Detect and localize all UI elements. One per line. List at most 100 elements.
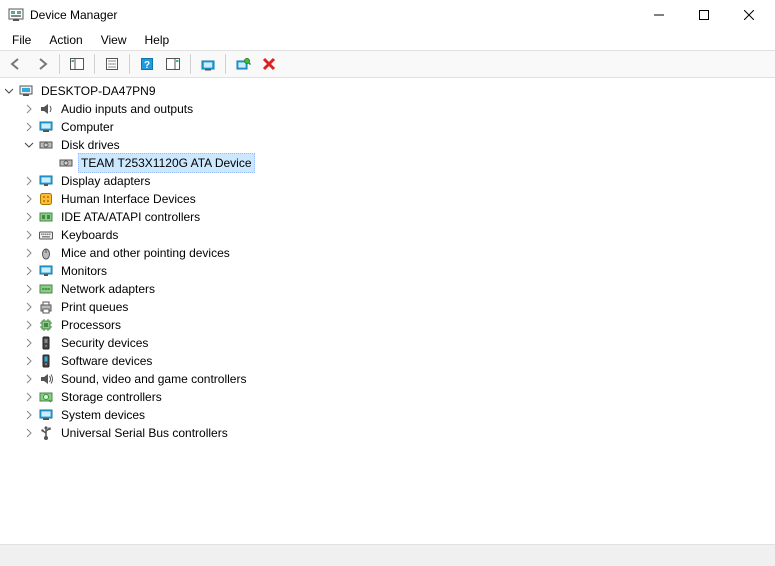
audio-icon	[38, 101, 54, 117]
tree-item-label: Monitors	[58, 262, 110, 280]
storage-icon	[38, 389, 54, 405]
tree-item-label: Processors	[58, 316, 124, 334]
titlebar: Device Manager	[0, 0, 775, 30]
tree-item-system-devices[interactable]: System devices	[0, 406, 775, 424]
tree-item-label: System devices	[58, 406, 148, 424]
computer-icon	[38, 119, 54, 135]
menu-action[interactable]: Action	[41, 31, 90, 49]
tree-item-root[interactable]: DESKTOP-DA47PN9	[0, 82, 775, 100]
chevron-right-icon[interactable]	[22, 246, 36, 260]
tree-item-label: Keyboards	[58, 226, 121, 244]
tree-item-print-queues[interactable]: Print queues	[0, 298, 775, 316]
tree-item-storage-controllers[interactable]: Storage controllers	[0, 388, 775, 406]
tree-item-human-interface-devices[interactable]: Human Interface Devices	[0, 190, 775, 208]
close-button[interactable]	[726, 0, 771, 30]
security-icon	[38, 335, 54, 351]
tree-item-team-t253x1120g-ata-device[interactable]: TEAM T253X1120G ATA Device	[0, 154, 775, 172]
tree-item-universal-serial-bus-controllers[interactable]: Universal Serial Bus controllers	[0, 424, 775, 442]
usb-icon	[38, 425, 54, 441]
tree-item-label: IDE ATA/ATAPI controllers	[58, 208, 203, 226]
show-hide-console-tree-button[interactable]	[65, 52, 89, 76]
help-button[interactable]: ?	[135, 52, 159, 76]
app-icon	[8, 7, 24, 23]
chevron-down-icon[interactable]	[22, 138, 36, 152]
tree-item-label: Display adapters	[58, 172, 153, 190]
tree-item-sound-video-and-game-controllers[interactable]: Sound, video and game controllers	[0, 370, 775, 388]
tree-item-label: Network adapters	[58, 280, 158, 298]
tree-item-display-adapters[interactable]: Display adapters	[0, 172, 775, 190]
toolbar-separator	[190, 54, 191, 74]
tree-item-label: Disk drives	[58, 136, 123, 154]
device-tree[interactable]: DESKTOP-DA47PN9Audio inputs and outputsC…	[0, 78, 775, 544]
properties-button[interactable]	[100, 52, 124, 76]
chevron-right-icon[interactable]	[22, 300, 36, 314]
tree-item-label: Print queues	[58, 298, 131, 316]
menu-file[interactable]: File	[4, 31, 39, 49]
root-icon	[18, 83, 34, 99]
tree-item-software-devices[interactable]: Software devices	[0, 352, 775, 370]
tree-item-computer[interactable]: Computer	[0, 118, 775, 136]
tree-item-label: TEAM T253X1120G ATA Device	[78, 153, 255, 173]
tree-item-mice-and-other-pointing-devices[interactable]: Mice and other pointing devices	[0, 244, 775, 262]
chevron-right-icon[interactable]	[22, 408, 36, 422]
menu-help[interactable]: Help	[137, 31, 178, 49]
software-icon	[38, 353, 54, 369]
minimize-button[interactable]	[636, 0, 681, 30]
chevron-right-icon[interactable]	[22, 426, 36, 440]
display-icon	[38, 173, 54, 189]
tree-item-label: Audio inputs and outputs	[58, 100, 196, 118]
disk-icon	[38, 137, 54, 153]
tree-item-label: Software devices	[58, 352, 155, 370]
window-title: Device Manager	[30, 8, 636, 22]
svg-text:?: ?	[144, 60, 150, 71]
chevron-right-icon[interactable]	[22, 210, 36, 224]
chevron-right-icon[interactable]	[22, 318, 36, 332]
chevron-down-icon[interactable]	[2, 84, 16, 98]
forward-button[interactable]	[30, 52, 54, 76]
chevron-right-icon[interactable]	[22, 120, 36, 134]
toolbar-separator	[59, 54, 60, 74]
chevron-right-icon[interactable]	[22, 390, 36, 404]
chevron-right-icon[interactable]	[22, 192, 36, 206]
tree-item-keyboards[interactable]: Keyboards	[0, 226, 775, 244]
tree-item-label: DESKTOP-DA47PN9	[38, 82, 159, 100]
tree-item-monitors[interactable]: Monitors	[0, 262, 775, 280]
tree-item-disk-drives[interactable]: Disk drives	[0, 136, 775, 154]
tree-item-network-adapters[interactable]: Network adapters	[0, 280, 775, 298]
uninstall-device-button[interactable]	[257, 52, 281, 76]
chevron-right-icon[interactable]	[22, 372, 36, 386]
chevron-right-icon[interactable]	[22, 228, 36, 242]
tree-item-label: Human Interface Devices	[58, 190, 199, 208]
cpu-icon	[38, 317, 54, 333]
tree-item-audio-inputs-and-outputs[interactable]: Audio inputs and outputs	[0, 100, 775, 118]
tree-item-label: Sound, video and game controllers	[58, 370, 249, 388]
tree-item-security-devices[interactable]: Security devices	[0, 334, 775, 352]
menu-view[interactable]: View	[93, 31, 135, 49]
back-button[interactable]	[4, 52, 28, 76]
tree-item-label: Storage controllers	[58, 388, 165, 406]
keyboard-icon	[38, 227, 54, 243]
action-pane-button[interactable]	[161, 52, 185, 76]
update-driver-button[interactable]	[196, 52, 220, 76]
network-icon	[38, 281, 54, 297]
toolbar-separator	[94, 54, 95, 74]
sound-icon	[38, 371, 54, 387]
ide-icon	[38, 209, 54, 225]
toolbar-separator	[129, 54, 130, 74]
chevron-right-icon[interactable]	[22, 174, 36, 188]
tree-item-processors[interactable]: Processors	[0, 316, 775, 334]
printer-icon	[38, 299, 54, 315]
menubar: File Action View Help	[0, 30, 775, 50]
maximize-button[interactable]	[681, 0, 726, 30]
toolbar-separator	[225, 54, 226, 74]
tree-item-ide-ata-atapi-controllers[interactable]: IDE ATA/ATAPI controllers	[0, 208, 775, 226]
chevron-right-icon[interactable]	[22, 354, 36, 368]
chevron-right-icon[interactable]	[22, 102, 36, 116]
chevron-right-icon[interactable]	[22, 282, 36, 296]
chevron-right-icon[interactable]	[22, 264, 36, 278]
hid-icon	[38, 191, 54, 207]
scan-hardware-button[interactable]	[231, 52, 255, 76]
toolbar: ?	[0, 50, 775, 78]
system-icon	[38, 407, 54, 423]
chevron-right-icon[interactable]	[22, 336, 36, 350]
